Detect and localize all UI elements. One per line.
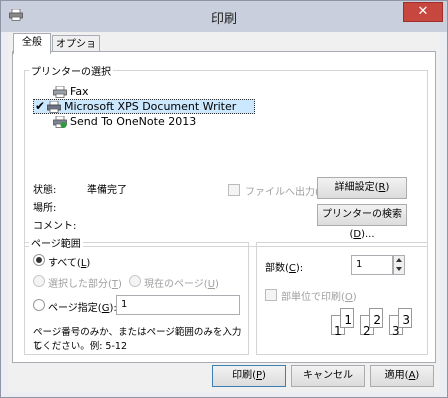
printer-name: Fax [70, 85, 89, 98]
printer-name: Send To OneNote 2013 [70, 115, 197, 128]
printer-item-onenote[interactable]: Send To OneNote 2013 [53, 115, 233, 129]
collate-checkbox[interactable] [265, 289, 277, 301]
xps-printer-icon [47, 101, 61, 113]
dialog-body: 全般 オプション プリンターの選択 Fax ✔ [8, 32, 440, 392]
copies-spinner[interactable] [393, 255, 405, 275]
page-range-all-radio[interactable] [33, 254, 45, 266]
page-range-all-label: すべて(L) [48, 258, 91, 269]
collate-illustration: 1 1 2 2 3 3 [331, 307, 417, 347]
collate-page: 3 [398, 308, 412, 328]
close-button[interactable]: ✕ [403, 2, 443, 22]
printer-selection-group: プリンターの選択 Fax ✔ Microsoft XPS Document Wr… [24, 63, 428, 247]
comment-label: コメント: [33, 221, 77, 232]
page-range-pages-label: ページ指定(G): [48, 303, 117, 314]
print-to-file-checkbox[interactable] [228, 184, 240, 196]
print-button[interactable]: 印刷(P) [212, 365, 286, 387]
page-range-current-label: 現在のページ(U) [144, 279, 219, 290]
copies-label: 部数(C): [265, 263, 304, 274]
copies-input[interactable]: 1 [351, 255, 393, 275]
cancel-button[interactable]: キャンセル [291, 365, 365, 387]
page-range-selection-radio[interactable] [33, 275, 45, 287]
page-range-selection-label: 選択した部分(T) [48, 279, 122, 290]
title-bar: 印刷 ✕ [1, 1, 447, 32]
window-title: 印刷 [210, 12, 237, 27]
printer-selection-legend: プリンターの選択 [29, 63, 113, 78]
collate-page: 1 [340, 308, 354, 328]
location-label: 場所: [33, 203, 57, 214]
onenote-printer-icon [53, 116, 67, 128]
printer-item-xps-selected[interactable]: ✔ Microsoft XPS Document Writer [33, 99, 255, 114]
status-value: 準備完了 [87, 185, 127, 196]
page-range-input[interactable]: 1 [116, 295, 240, 315]
copies-group: 部数(C): 1 部単位で印刷(O) 1 1 2 2 3 3 [256, 242, 428, 355]
general-tab-panel: プリンターの選択 Fax ✔ Microsoft XPS Document Wr… [12, 51, 436, 363]
page-range-group: ページ範囲 すべて(L) 選択した部分(T) 現在のページ(U) ページ指定(G… [24, 235, 249, 355]
tab-general[interactable]: 全般 [13, 33, 51, 54]
find-printer-button[interactable]: プリンターの検索(D)... [317, 204, 407, 240]
fax-printer-icon [53, 86, 67, 98]
print-dialog: 印刷 ✕ 全般 オプション プリンターの選択 Fax ✔ [0, 0, 448, 398]
default-check-icon: ✔ [35, 99, 46, 113]
page-range-hint-line2: てください。例: 5-12 [33, 341, 127, 352]
collate-label: 部単位で印刷(O) [281, 292, 357, 303]
spin-down-icon[interactable] [396, 267, 402, 271]
preferences-button[interactable]: 詳細設定(R) [317, 177, 407, 199]
page-range-current-radio[interactable] [129, 275, 141, 287]
page-range-pages-radio[interactable] [33, 299, 45, 311]
page-range-legend: ページ範囲 [29, 235, 83, 250]
status-label: 状態: [33, 185, 57, 196]
spin-up-icon[interactable] [396, 258, 402, 262]
printer-name: Microsoft XPS Document Writer [64, 100, 237, 113]
apply-button[interactable]: 適用(A) [370, 365, 434, 387]
printer-item-fax[interactable]: Fax [53, 85, 173, 99]
collate-page: 2 [369, 308, 383, 328]
